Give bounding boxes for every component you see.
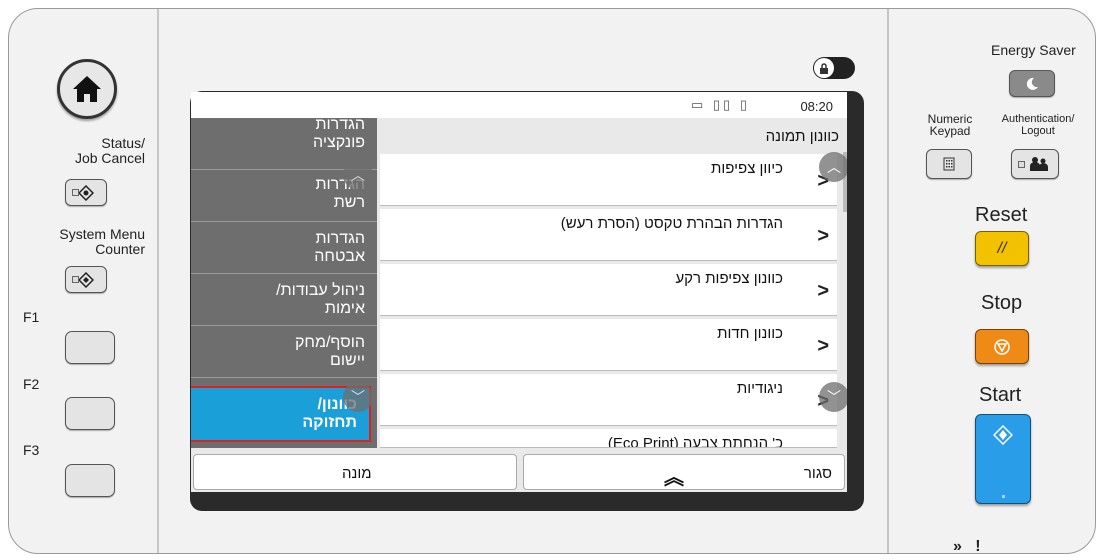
energy-saver-label: Energy Saver: [991, 42, 1076, 58]
list-item-label: הגדרות הבהרת טקסט (הסרת רעש): [560, 215, 783, 232]
list-item-density-adjust[interactable]: כיוון צפיפות >: [380, 154, 837, 206]
status-bar: ▭ ▯▯ ▯ 08:20: [191, 92, 847, 119]
image-adjustment-pane: כוונון תמונה כיוון צפיפות > הגדרות הבהרת …: [377, 118, 847, 448]
chevron-right-icon: >: [817, 335, 829, 357]
energy-saver-button[interactable]: [1009, 70, 1055, 97]
start-icon: [993, 425, 1013, 445]
auth-indicator: [1018, 161, 1025, 168]
list-item-label: כוונון צפיפות רקע: [675, 270, 783, 287]
clock: 08:20: [800, 99, 833, 114]
reset-label: Reset: [975, 204, 1028, 226]
stop-icon: [994, 338, 1010, 355]
f2-label: F2: [23, 376, 40, 392]
system-menu-counter-label: System Menu Counter: [59, 226, 145, 257]
f1-button[interactable]: [65, 331, 115, 364]
status-indicator-icons: » !: [953, 538, 981, 554]
keypad-icon: [943, 157, 955, 171]
double-chevron-up-icon: ︽: [664, 467, 684, 489]
list-item-label: כ' הנחתת צבעה (Eco Print): [607, 435, 783, 448]
list-item-eco-print[interactable]: כ' הנחתת צבעה (Eco Print): [380, 429, 837, 448]
bottom-bar: מונה ︽ סגור: [191, 448, 847, 492]
chevron-right-icon: >: [817, 280, 829, 302]
stop-button[interactable]: [975, 329, 1029, 364]
system-menu-counter-button[interactable]: [65, 266, 107, 293]
sidebar-item-security-settings[interactable]: הגדרות אבטחה: [191, 222, 377, 274]
eye-diamond-icon: [78, 184, 94, 201]
start-label: Start: [979, 384, 1022, 406]
device-status-icons: ▭ ▯▯ ▯: [691, 97, 750, 112]
list-item-text-clarity[interactable]: הגדרות הבהרת טקסט (הסרת רעש) >: [380, 209, 837, 261]
sidebar-item-add-remove-application[interactable]: הוסף/מחק יישום: [191, 326, 377, 378]
chevron-down-icon: ﹀: [827, 389, 841, 405]
stop-label: Stop: [981, 292, 1023, 314]
list-scroll-down-button[interactable]: ﹀: [819, 382, 847, 412]
f1-label: F1: [23, 309, 40, 325]
status-job-cancel-label: Status/ Job Cancel: [74, 135, 145, 166]
list-item-sharpness[interactable]: כוונון חדות >: [380, 319, 837, 371]
reset-button[interactable]: //: [975, 231, 1029, 266]
close-button[interactable]: ︽ סגור: [523, 454, 845, 490]
f3-label: F3: [23, 442, 40, 458]
touch-display: ▭ ▯▯ ▯ 08:20 הגדרות פונקציה הגדרות רשת ה…: [191, 92, 847, 492]
home-button[interactable]: [57, 59, 117, 119]
list-item-label: ניגודיות: [736, 380, 783, 397]
close-label: סגור: [803, 465, 832, 482]
authentication-logout-button[interactable]: [1011, 149, 1059, 179]
f2-button[interactable]: [65, 397, 115, 430]
sidebar-item-label: ניהול עבודות/ אימות: [276, 282, 365, 317]
diamond-icon: [78, 271, 94, 288]
sidebar-item-label: הוסף/מחק יישום: [294, 334, 365, 369]
numeric-keypad-label: Numeric Keypad: [927, 112, 973, 138]
sidebar-item-label: הגדרות פונקציה: [313, 116, 365, 151]
users-icon: [1030, 157, 1048, 171]
sidebar-scroll-down-button[interactable]: ﹀: [343, 382, 373, 412]
panel-divider-left: [157, 9, 159, 553]
status-indicator: [72, 189, 79, 196]
sidebar-scroll-up-button[interactable]: ︿: [343, 160, 373, 190]
list-item-background-density[interactable]: כוונון צפיפות רקע >: [380, 264, 837, 316]
numeric-keypad-button[interactable]: [926, 149, 972, 179]
lock-icon: [814, 58, 834, 78]
home-icon: [73, 76, 101, 102]
counter-label: מונה: [342, 465, 372, 482]
start-button[interactable]: [975, 414, 1031, 504]
page-title: כוונון תמונה: [765, 128, 839, 145]
chevron-up-icon: ︿: [351, 167, 365, 183]
moon-icon: [1026, 77, 1038, 90]
f3-button[interactable]: [65, 464, 115, 497]
chevron-up-icon: ︿: [827, 159, 841, 175]
sidebar-item-job-accounting[interactable]: ניהול עבודות/ אימות: [191, 274, 377, 326]
list-item-label: כיוון צפיפות: [711, 160, 783, 177]
chevron-down-icon: ﹀: [351, 389, 365, 405]
chevron-right-icon: >: [817, 225, 829, 247]
lock-toggle[interactable]: [813, 57, 855, 79]
reset-icon: //: [997, 239, 1007, 257]
authentication-logout-label: Authentication/ Logout: [1001, 113, 1075, 137]
list-scroll-up-button[interactable]: ︿: [819, 152, 847, 182]
sidebar-item-label: הגדרות אבטחה: [314, 230, 365, 265]
system-menu-indicator: [72, 276, 79, 283]
status-job-cancel-button[interactable]: [65, 179, 107, 206]
counter-button[interactable]: מונה: [193, 454, 517, 490]
start-indicator: [1002, 495, 1005, 498]
list-item-label: כוונון חדות: [717, 325, 783, 342]
list-item-contrast[interactable]: ניגודיות>: [380, 374, 837, 426]
panel-divider-right: [887, 9, 889, 553]
